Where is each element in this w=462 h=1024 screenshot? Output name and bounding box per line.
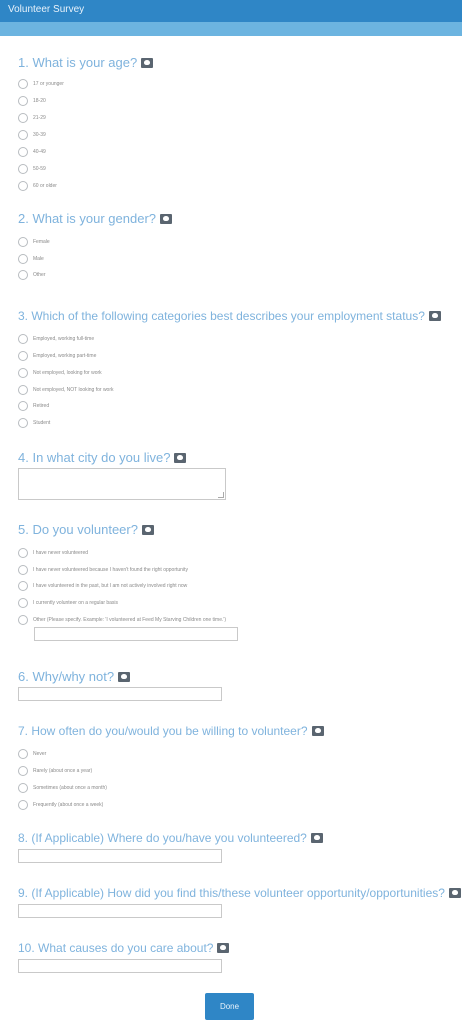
comment-icon[interactable] (160, 213, 173, 224)
question-3-title: 3. Which of the following categories bes… (18, 309, 441, 323)
radio-icon[interactable] (18, 400, 28, 411)
radio-icon[interactable] (18, 564, 28, 575)
radio-icon[interactable] (18, 78, 28, 89)
question-8-title: 8. (If Applicable) Where do you/have you… (18, 831, 323, 845)
comment-icon[interactable] (311, 725, 324, 736)
radio-option[interactable]: I have never volunteered because I haven… (18, 561, 188, 575)
radio-option[interactable]: Student (18, 414, 50, 428)
question-9-title: 9. (If Applicable) How did you find this… (18, 886, 461, 900)
radio-option[interactable]: 40-49 (18, 143, 46, 157)
city-textarea[interactable] (18, 468, 226, 500)
comment-icon[interactable] (174, 452, 187, 463)
radio-option[interactable]: 17 or younger (18, 75, 64, 89)
comment-icon[interactable] (310, 832, 323, 843)
radio-icon[interactable] (18, 129, 28, 140)
question-6-title: 6. Why/why not? (18, 669, 131, 684)
radio-icon[interactable] (18, 112, 28, 123)
radio-icon[interactable] (18, 765, 28, 776)
radio-option[interactable]: 30-39 (18, 126, 46, 140)
radio-option[interactable]: 18-20 (18, 92, 46, 106)
radio-icon[interactable] (18, 269, 28, 280)
radio-icon[interactable] (18, 367, 28, 378)
radio-icon[interactable] (18, 580, 28, 591)
radio-option[interactable]: Frequently (about once a week) (18, 796, 103, 810)
radio-option[interactable]: Female (18, 233, 50, 247)
question-7-title: 7. How often do you/would you be willing… (18, 724, 324, 738)
radio-icon[interactable] (18, 95, 28, 106)
causes-input[interactable] (18, 959, 222, 973)
radio-icon[interactable] (18, 350, 28, 361)
radio-option[interactable]: Not employed, looking for work (18, 364, 102, 378)
question-5-title: 5. Do you volunteer? (18, 522, 154, 537)
radio-option[interactable]: I have volunteered in the past, but I am… (18, 577, 187, 591)
question-10-title: 10. What causes do you care about? (18, 941, 230, 955)
radio-icon[interactable] (18, 333, 28, 344)
radio-option[interactable]: I have never volunteered (18, 544, 88, 558)
where-volunteered-input[interactable] (18, 849, 222, 863)
comment-icon[interactable] (118, 671, 131, 682)
done-button[interactable]: Done (205, 993, 254, 1020)
question-4-title: 4. In what city do you live? (18, 450, 187, 465)
radio-option[interactable]: Other (18, 266, 46, 280)
header-stripe (0, 22, 462, 36)
radio-option[interactable]: Never (18, 745, 46, 759)
radio-option[interactable]: Rarely (about once a year) (18, 762, 92, 776)
survey-title: Volunteer Survey (8, 4, 85, 15)
radio-icon[interactable] (18, 384, 28, 395)
radio-icon[interactable] (18, 146, 28, 157)
resize-handle-icon[interactable] (218, 492, 224, 498)
radio-icon[interactable] (18, 547, 28, 558)
radio-icon[interactable] (18, 614, 28, 625)
radio-icon[interactable] (18, 748, 28, 759)
radio-icon[interactable] (18, 180, 28, 191)
radio-icon[interactable] (18, 417, 28, 428)
radio-option[interactable]: Male (18, 250, 44, 264)
comment-icon[interactable] (141, 57, 154, 68)
radio-option[interactable]: Employed, working full-time (18, 330, 94, 344)
radio-option[interactable]: Not employed, NOT looking for work (18, 381, 114, 395)
title-bar: Volunteer Survey (0, 0, 462, 22)
radio-icon[interactable] (18, 163, 28, 174)
radio-option[interactable]: Retired (18, 397, 49, 411)
how-found-input[interactable] (18, 904, 222, 918)
other-specify-input[interactable] (34, 627, 238, 641)
question-2-title: 2. What is your gender? (18, 211, 173, 226)
radio-option[interactable]: I currently volunteer on a regular basis (18, 594, 118, 608)
question-1-title: 1. What is your age? (18, 55, 154, 70)
comment-icon[interactable] (448, 887, 461, 898)
radio-icon[interactable] (18, 597, 28, 608)
radio-icon[interactable] (18, 782, 28, 793)
comment-icon[interactable] (428, 310, 441, 321)
why-input[interactable] (18, 687, 222, 701)
radio-option[interactable]: Sometimes (about once a month) (18, 779, 107, 793)
comment-icon[interactable] (141, 524, 154, 535)
radio-option[interactable]: 50-59 (18, 160, 46, 174)
radio-icon[interactable] (18, 799, 28, 810)
radio-option[interactable]: Employed, working part-time (18, 347, 96, 361)
comment-icon[interactable] (217, 942, 230, 953)
radio-option[interactable]: 21-29 (18, 109, 46, 123)
radio-option[interactable]: Other (Please specify. Example: 'I volun… (18, 611, 226, 625)
radio-icon[interactable] (18, 253, 28, 264)
radio-option[interactable]: 60 or older (18, 177, 57, 191)
radio-icon[interactable] (18, 236, 28, 247)
